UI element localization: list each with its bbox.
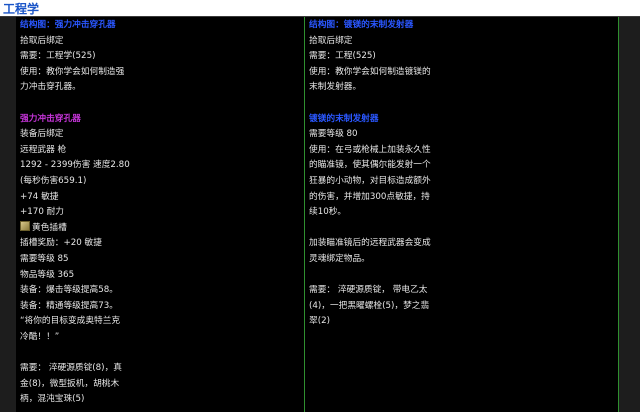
left-reagent-line: 柄，混沌宝珠(5) — [20, 394, 85, 405]
right-pattern-line: 末制发射器。 — [309, 82, 362, 93]
left-item-title[interactable]: 强力冲击穿孔器 — [20, 112, 300, 128]
right-recipe-content: 结构图：镀镁的末制发射器 拾取后绑定 需要：工程(525) 使用：教你学会如何制… — [309, 18, 614, 330]
left-item-line: 装备：精通等级提高73。 — [20, 300, 118, 311]
right-item-line: 加装瞄准镜后的远程武器会变成 — [309, 238, 431, 249]
left-pattern-line: 使用：教你学会如何制造强 — [20, 66, 125, 77]
left-item-line: 装备：爆击等级提高58。 — [20, 285, 118, 296]
left-pattern-line: 拾取后绑定 — [20, 35, 64, 46]
right-recipe-cell: 结构图：镀镁的末制发射器 拾取后绑定 需要：工程(525) 使用：教你学会如何制… — [305, 17, 619, 412]
left-item-line: 需要等级 85 — [20, 253, 69, 264]
left-item-line: +170 耐力 — [20, 207, 64, 218]
left-recipe-content: 结构图：强力冲击穿孔器 拾取后绑定 需要：工程学(525) 使用：教你学会如何制… — [20, 18, 300, 408]
right-item-title[interactable]: 镀镁的末制发射器 — [309, 112, 614, 128]
right-pattern-line: 拾取后绑定 — [309, 35, 353, 46]
left-pattern-title[interactable]: 结构图：强力冲击穿孔器 — [20, 18, 300, 34]
right-pattern-title[interactable]: 结构图：镀镁的末制发射器 — [309, 18, 614, 34]
right-item-line: 的伤害，并增加300点敏捷，持 — [309, 191, 430, 202]
socket-label: 黄色插槽 — [32, 222, 67, 233]
right-item-line: 需要等级 80 — [309, 129, 358, 140]
right-pattern-line: 使用：教你学会如何制造镀镁的 — [309, 66, 431, 77]
left-reagent-line: 需要： 淬硬源质锭(8)，真 — [20, 363, 122, 374]
right-item-line: 的瞄准镜，使其偶尔能发射一个 — [309, 160, 431, 171]
right-reagent-line: 翠(2) — [309, 316, 330, 327]
left-pattern-line: 力冲击穿孔器。 — [20, 82, 81, 93]
left-reagent-line: 金(8)，微型扳机，胡桃木 — [20, 378, 120, 389]
yellow-socket-icon — [20, 220, 30, 231]
left-item-line: 物品等级 365 — [20, 269, 75, 280]
left-recipe-cell: 结构图：强力冲击穿孔器 拾取后绑定 需要：工程学(525) 使用：教你学会如何制… — [16, 17, 305, 412]
left-item-line: 1292 - 2399伤害 速度2.80 — [20, 160, 130, 171]
right-item-line: 灵魂绑定物品。 — [309, 253, 370, 264]
left-item-line: 远程武器 枪 — [20, 144, 67, 155]
right-item-line: 续10秒。 — [309, 207, 347, 218]
right-reagent-line: (4)，一把黑曜螺栓(5)，梦之翡 — [309, 300, 430, 311]
left-item-line: +74 敏捷 — [20, 191, 59, 202]
left-pattern-line: 需要：工程学(525) — [20, 51, 96, 62]
left-item-line: 冷酷！！” — [20, 331, 60, 342]
right-pattern-line: 需要：工程(525) — [309, 51, 376, 62]
recipe-table: 结构图：强力冲击穿孔器 拾取后绑定 需要：工程学(525) 使用：教你学会如何制… — [0, 16, 640, 412]
left-item-line: “将你的目标变成奥特兰克 — [20, 316, 121, 327]
right-reagent-line: 需要： 淬硬源质锭， 带电乙太 — [309, 285, 428, 296]
left-item-line: (每秒伤害659.1) — [20, 175, 87, 186]
left-item-line: 插槽奖励：+20 敏捷 — [20, 238, 102, 249]
right-item-line: 使用：在弓或枪械上加装永久性 — [309, 144, 431, 155]
socket-row: 黄色插槽 — [20, 220, 300, 237]
right-item-line: 狂暴的小动物，对目标造成额外 — [309, 175, 431, 186]
left-item-line: 装备后绑定 — [20, 129, 64, 140]
